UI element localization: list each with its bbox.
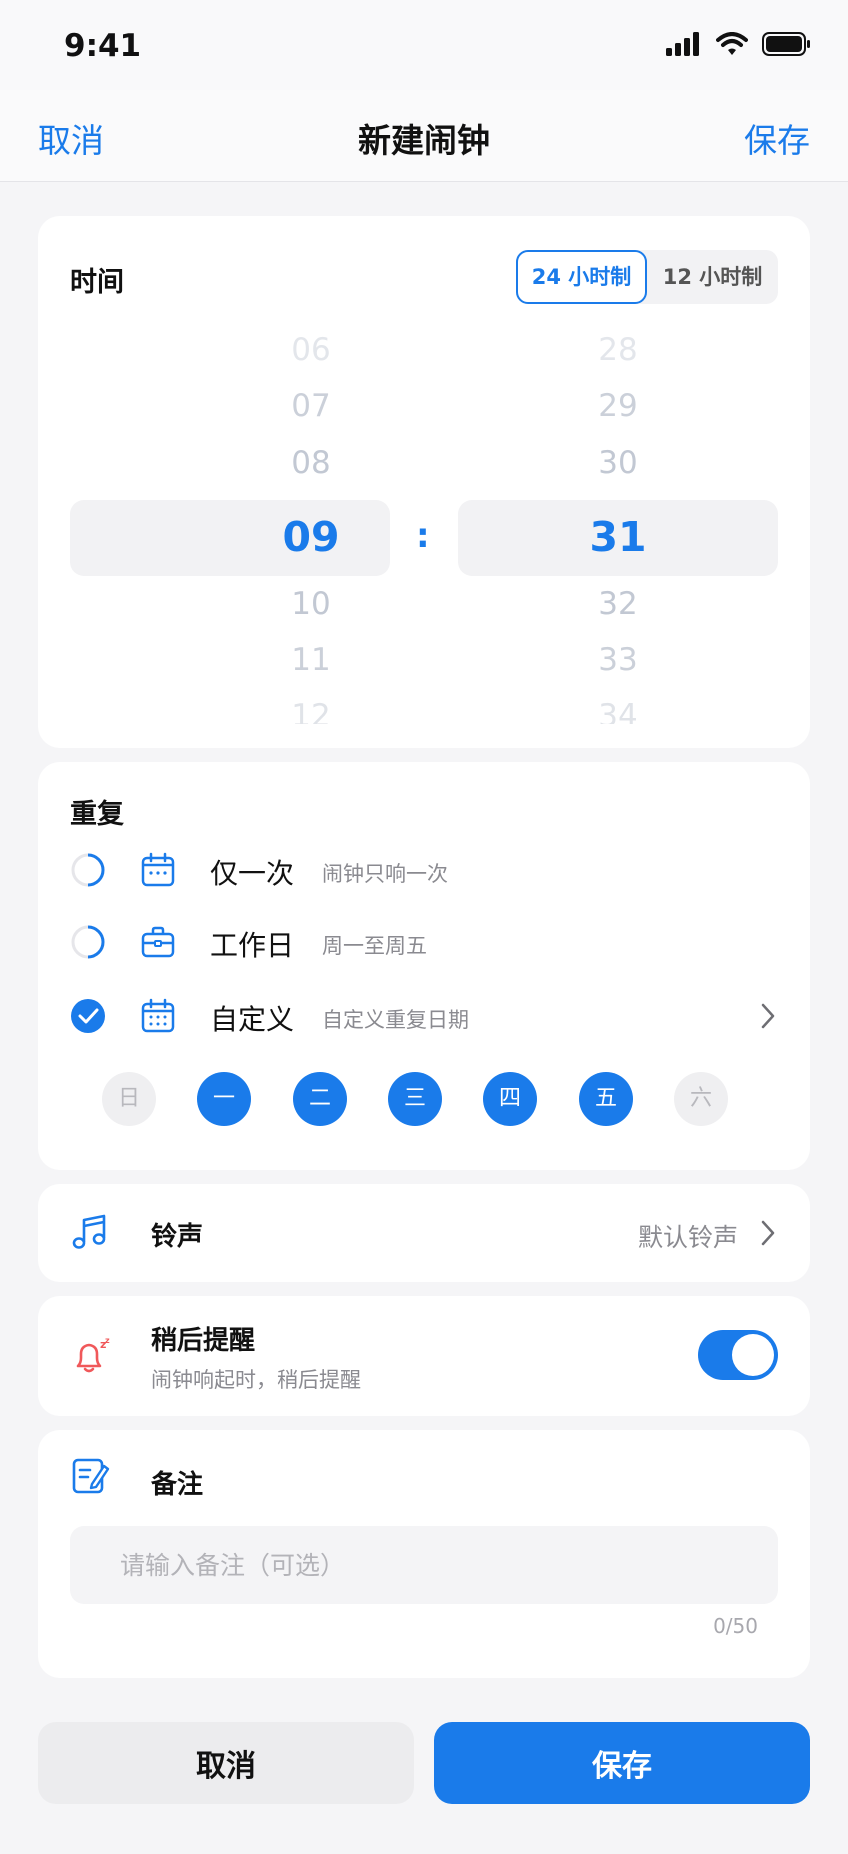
hour-option[interactable]: 08 <box>251 445 371 481</box>
hour-selected[interactable]: 09 <box>251 513 371 561</box>
note-counter: 0/50 <box>713 1614 758 1638</box>
note-label: 备注 <box>151 1470 204 1500</box>
snooze-sub: 闹钟响起时，稍后提醒 <box>151 1368 361 1392</box>
repeat-option-sub: 自定义重复日期 <box>322 1008 469 1032</box>
page-title: 新建闹钟 <box>358 121 490 160</box>
repeat-option-label: 仅一次 <box>210 857 295 890</box>
hour-option[interactable]: 11 <box>251 642 371 678</box>
hour-option[interactable]: 10 <box>251 586 371 622</box>
snooze-label: 稍后提醒 <box>151 1326 256 1356</box>
format-24h-option[interactable]: 24 小时制 <box>516 250 647 304</box>
briefcase-icon <box>141 926 175 958</box>
time-card: 时间 24 小时制 12 小时制 06 07 08 09 10 11 12 : … <box>38 216 810 748</box>
radio-unchecked-icon[interactable] <box>70 852 106 888</box>
repeat-option-once[interactable]: 仅一次 闹钟只响一次 <box>38 840 810 900</box>
time-format-toggle: 24 小时制 12 小时制 <box>516 250 778 304</box>
minute-option[interactable]: 32 <box>558 586 678 622</box>
day-thu[interactable]: 四 <box>483 1072 537 1126</box>
minute-option[interactable]: 29 <box>558 388 678 424</box>
svg-text:z: z <box>105 1336 110 1345</box>
edit-note-icon <box>72 1458 110 1494</box>
minute-option[interactable]: 28 <box>558 332 678 368</box>
ringtone-label: 铃声 <box>151 1222 204 1252</box>
ringtone-row[interactable]: 铃声 默认铃声 <box>38 1184 810 1282</box>
nav-bar: 取消 新建闹钟 保存 <box>0 90 848 182</box>
day-tue[interactable]: 二 <box>293 1072 347 1126</box>
cancel-button[interactable]: 取消 <box>38 1722 414 1804</box>
signal-icon <box>666 32 699 56</box>
format-12h-option[interactable]: 12 小时制 <box>647 250 778 304</box>
minute-option[interactable]: 34 <box>558 698 678 724</box>
wifi-icon <box>716 32 748 55</box>
save-button[interactable]: 保存 <box>434 1722 810 1804</box>
minute-option[interactable]: 30 <box>558 445 678 481</box>
checkmark-circle-icon[interactable] <box>70 998 106 1034</box>
hour-option[interactable]: 07 <box>251 388 371 424</box>
day-sun[interactable]: 日 <box>102 1072 156 1126</box>
radio-unchecked-icon[interactable] <box>70 924 106 960</box>
toggle-knob <box>732 1334 774 1376</box>
chevron-right-icon[interactable] <box>758 1002 778 1030</box>
snooze-toggle[interactable] <box>698 1330 778 1380</box>
nav-save-button[interactable]: 保存 <box>744 114 810 162</box>
repeat-card: 重复 仅一次 闹钟只响一次 工作日 周一至周五 自定义 自定义重复日期 日 一 … <box>38 762 810 1170</box>
minute-option[interactable]: 33 <box>558 642 678 678</box>
bell-snooze-icon: z z <box>76 1336 110 1373</box>
minute-selected[interactable]: 31 <box>558 513 678 561</box>
repeat-option-custom[interactable]: 自定义 自定义重复日期 <box>38 986 810 1046</box>
repeat-option-label: 工作日 <box>210 929 295 962</box>
repeat-option-workdays[interactable]: 工作日 周一至周五 <box>38 912 810 972</box>
day-fri[interactable]: 五 <box>579 1072 633 1126</box>
repeat-option-label: 自定义 <box>210 1003 295 1036</box>
status-bar: 9:41 <box>0 0 848 90</box>
status-time: 9:41 <box>64 28 142 64</box>
time-separator: : <box>416 516 430 556</box>
music-note-icon <box>72 1214 106 1249</box>
time-section-title: 时间 <box>70 267 124 298</box>
hour-option[interactable]: 12 <box>251 698 371 724</box>
snooze-card: z z 稍后提醒 闹钟响起时，稍后提醒 <box>38 1296 810 1416</box>
calendar-icon <box>141 852 175 887</box>
day-sat[interactable]: 六 <box>674 1072 728 1126</box>
note-input[interactable] <box>70 1526 778 1604</box>
battery-icon <box>762 32 810 56</box>
day-mon[interactable]: 一 <box>197 1072 251 1126</box>
status-icons <box>666 32 812 56</box>
calendar-grid-icon <box>141 998 175 1033</box>
day-wed[interactable]: 三 <box>388 1072 442 1126</box>
ringtone-value: 默认铃声 <box>637 1223 738 1252</box>
hour-option[interactable]: 06 <box>251 332 371 368</box>
repeat-option-sub: 周一至周五 <box>322 934 427 958</box>
repeat-section-title: 重复 <box>70 799 124 830</box>
chevron-right-icon[interactable] <box>758 1219 778 1247</box>
repeat-option-sub: 闹钟只响一次 <box>322 862 448 886</box>
note-card: 备注 0/50 <box>38 1430 810 1678</box>
